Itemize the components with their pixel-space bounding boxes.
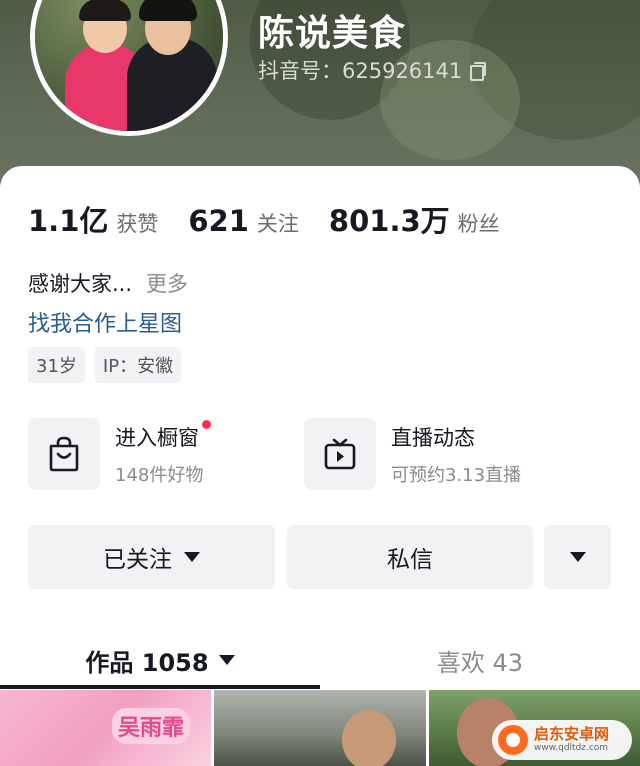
bio-text: 感谢大家... (28, 272, 133, 296)
copy-icon[interactable] (470, 61, 487, 81)
stat-label: 获赞 (116, 212, 159, 236)
stat-followers[interactable]: 801.3万 粉丝 (329, 198, 500, 240)
douyin-id[interactable]: 抖音号：625926141 (258, 55, 487, 85)
live-schedule-subtitle: 可预约3.13直播 (391, 464, 522, 486)
site-watermark: 启东安卓网 www.qdltdz.com (491, 720, 632, 760)
caret-down-icon (218, 655, 235, 665)
xingtu-link[interactable]: 找我合作上星图 (28, 306, 182, 338)
caret-down-icon (184, 552, 200, 562)
more-options-button[interactable] (544, 525, 611, 589)
stat-number: 801.3万 (328, 204, 450, 238)
watermark-logo-icon (497, 725, 528, 755)
shop-window-entry[interactable]: 进入橱窗 148件好物 (28, 418, 211, 490)
live-schedule-title: 直播动态 (391, 425, 475, 450)
shop-window-subtitle: 148件好物 (115, 464, 204, 486)
stat-label: 粉丝 (457, 212, 500, 236)
age-tag: 31岁 (28, 347, 85, 383)
caret-down-icon (569, 552, 586, 562)
tags-row: 31岁 IP：安徽 (28, 347, 182, 383)
profile-card: 1.1亿 获赞 621 关注 801.3万 粉丝 感谢大家... 更多 找我合作上… (0, 166, 640, 766)
tab-works-label: 作品 1058 (85, 648, 209, 677)
bio-more-button[interactable]: 更多 (146, 272, 188, 296)
tab-works[interactable]: 作品 1058 (0, 632, 320, 688)
thumbnail-caption: 吴雨霏 (112, 708, 191, 744)
stat-label: 关注 (256, 212, 299, 236)
avatar[interactable] (30, 0, 228, 136)
stat-number: 1.1亿 (28, 204, 109, 238)
stat-number: 621 (188, 204, 249, 238)
video-thumbnail[interactable]: 吴雨霏 (0, 690, 212, 766)
bio: 感谢大家... 更多 (28, 268, 188, 298)
shop-window-title: 进入橱窗 (115, 419, 211, 452)
content-tabs: 作品 1058 喜欢 43 (0, 632, 640, 688)
followed-label: 已关注 (103, 547, 172, 573)
watermark-title: 启东安卓网 (533, 725, 609, 743)
stat-likes[interactable]: 1.1亿 获赞 (28, 198, 158, 240)
watermark-url: www.qdltdz.com (533, 743, 609, 753)
live-tv-icon (304, 418, 376, 490)
notification-dot (202, 419, 211, 429)
tab-likes[interactable]: 喜欢 43 (320, 632, 640, 688)
douyin-id-text: 抖音号：625926141 (258, 59, 463, 83)
video-thumbnail[interactable] (214, 690, 426, 766)
stat-following[interactable]: 621 关注 (188, 204, 299, 238)
active-tab-indicator (0, 685, 320, 689)
message-label: 私信 (387, 547, 433, 573)
shopping-bag-icon (28, 418, 100, 490)
message-button[interactable]: 私信 (287, 525, 533, 589)
tab-likes-label: 喜欢 43 (436, 648, 524, 677)
nickname: 陈说美食 (258, 13, 407, 54)
stats-row: 1.1亿 获赞 621 关注 801.3万 粉丝 (28, 198, 530, 240)
video-grid: 吴雨霏 启东安卓网 www.qdltdz.com (0, 690, 640, 766)
live-schedule-entry[interactable]: 直播动态 可预约3.13直播 (304, 418, 521, 490)
ip-location-tag: IP：安徽 (94, 347, 182, 383)
video-thumbnail[interactable]: 启东安卓网 www.qdltdz.com (428, 690, 640, 766)
followed-button[interactable]: 已关注 (28, 525, 275, 589)
